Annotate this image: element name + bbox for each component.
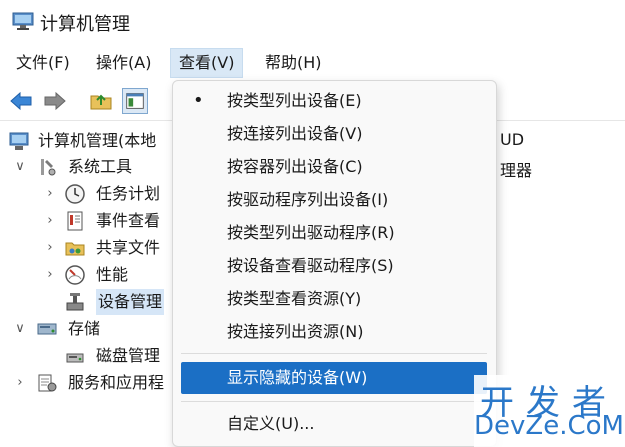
- menu-item-label: 自定义(U)...: [227, 414, 315, 433]
- menu-item-label: 按连接列出资源(N): [227, 322, 364, 341]
- disk-icon: [66, 353, 84, 363]
- menu-item-label: 按类型列出驱动程序(R): [227, 223, 395, 242]
- tree-label: 任务计划: [96, 184, 161, 203]
- view-menu-dropdown: • 按类型列出设备(E) 按连接列出设备(V) 按容器列出设备(C) 按驱动程序…: [172, 80, 497, 447]
- clock-icon: [65, 184, 85, 204]
- tree-label: 系统工具: [68, 157, 133, 176]
- menu-item-devices-by-container[interactable]: 按容器列出设备(C): [181, 151, 487, 183]
- chevron-right-icon[interactable]: ›: [44, 208, 56, 234]
- tools-icon: [41, 159, 56, 176]
- watermark: 开发者 DevZe.CoM: [474, 375, 624, 447]
- menu-item-resources-by-connection[interactable]: 按连接列出资源(N): [181, 316, 487, 348]
- services-icon: [38, 374, 57, 392]
- menu-item-resources-by-type[interactable]: 按类型查看资源(Y): [181, 283, 487, 315]
- menu-separator: [181, 353, 487, 354]
- menu-item-label: 按连接列出设备(V): [227, 124, 363, 143]
- tree-label: 共享文件: [96, 238, 161, 257]
- menu-item-label: 按设备查看驱动程序(S): [227, 256, 394, 275]
- folder-up-icon[interactable]: [88, 88, 114, 114]
- right-pane-text-2: 理器: [500, 161, 533, 180]
- menu-item-label: 按容器列出设备(C): [227, 157, 363, 176]
- tree-label: 性能: [96, 265, 129, 284]
- menu-item-devices-by-driver[interactable]: 按驱动程序列出设备(I): [181, 184, 487, 216]
- device-manager-icon: [66, 293, 84, 311]
- menu-bar: 文件(F) 操作(A) 查看(V) 帮助(H): [0, 44, 625, 80]
- performance-gauge-icon: [65, 265, 85, 285]
- menu-item-show-hidden-devices[interactable]: 显示隐藏的设备(W): [181, 362, 487, 394]
- menu-file[interactable]: 文件(F): [8, 48, 78, 78]
- menu-item-customize[interactable]: 自定义(U)...: [181, 408, 487, 440]
- menu-item-drivers-by-type[interactable]: 按类型列出驱动程序(R): [181, 217, 487, 249]
- menu-item-label: 按驱动程序列出设备(I): [227, 190, 389, 209]
- title-bar: 计算机管理: [0, 0, 625, 42]
- shared-folder-icon: [65, 242, 85, 256]
- tree-label: 设备管理: [96, 289, 165, 315]
- chevron-right-icon[interactable]: ›: [14, 370, 26, 396]
- menu-help[interactable]: 帮助(H): [257, 48, 330, 78]
- computer-management-icon: [12, 12, 34, 30]
- menu-item-devices-by-type[interactable]: • 按类型列出设备(E): [181, 85, 487, 117]
- chevron-right-icon[interactable]: ›: [44, 262, 56, 288]
- tree-label: 事件查看: [96, 211, 161, 230]
- window-title: 计算机管理: [40, 14, 130, 35]
- chevron-down-icon[interactable]: ∨: [14, 154, 26, 180]
- tree-label: 磁盘管理: [96, 346, 161, 365]
- check-bullet-icon: •: [193, 90, 204, 111]
- computer-icon: [9, 132, 29, 150]
- chevron-right-icon[interactable]: ›: [44, 235, 56, 261]
- menu-separator: [181, 401, 487, 402]
- right-pane-text-1: UD: [500, 130, 525, 149]
- chevron-right-icon[interactable]: ›: [44, 181, 56, 207]
- menu-view[interactable]: 查看(V): [170, 48, 244, 78]
- menu-item-label: 按类型列出设备(E): [227, 91, 362, 110]
- menu-item-drivers-by-device[interactable]: 按设备查看驱动程序(S): [181, 250, 487, 282]
- chevron-down-icon[interactable]: ∨: [14, 316, 26, 342]
- console-tree-icon[interactable]: [122, 88, 148, 114]
- event-log-icon: [67, 211, 83, 231]
- forward-arrow-icon[interactable]: [42, 88, 68, 114]
- tree-root-label: 计算机管理(本地: [38, 131, 157, 150]
- menu-item-label: 按类型查看资源(Y): [227, 289, 362, 308]
- tree-label: 服务和应用程: [68, 373, 165, 392]
- storage-icon: [37, 323, 57, 335]
- back-arrow-icon[interactable]: [8, 88, 34, 114]
- menu-item-label: 显示隐藏的设备(W): [227, 368, 368, 387]
- watermark-bottom: DevZe.CoM: [474, 411, 624, 441]
- menu-item-devices-by-connection[interactable]: 按连接列出设备(V): [181, 118, 487, 150]
- menu-action[interactable]: 操作(A): [88, 48, 159, 78]
- tree-label: 存储: [68, 319, 101, 338]
